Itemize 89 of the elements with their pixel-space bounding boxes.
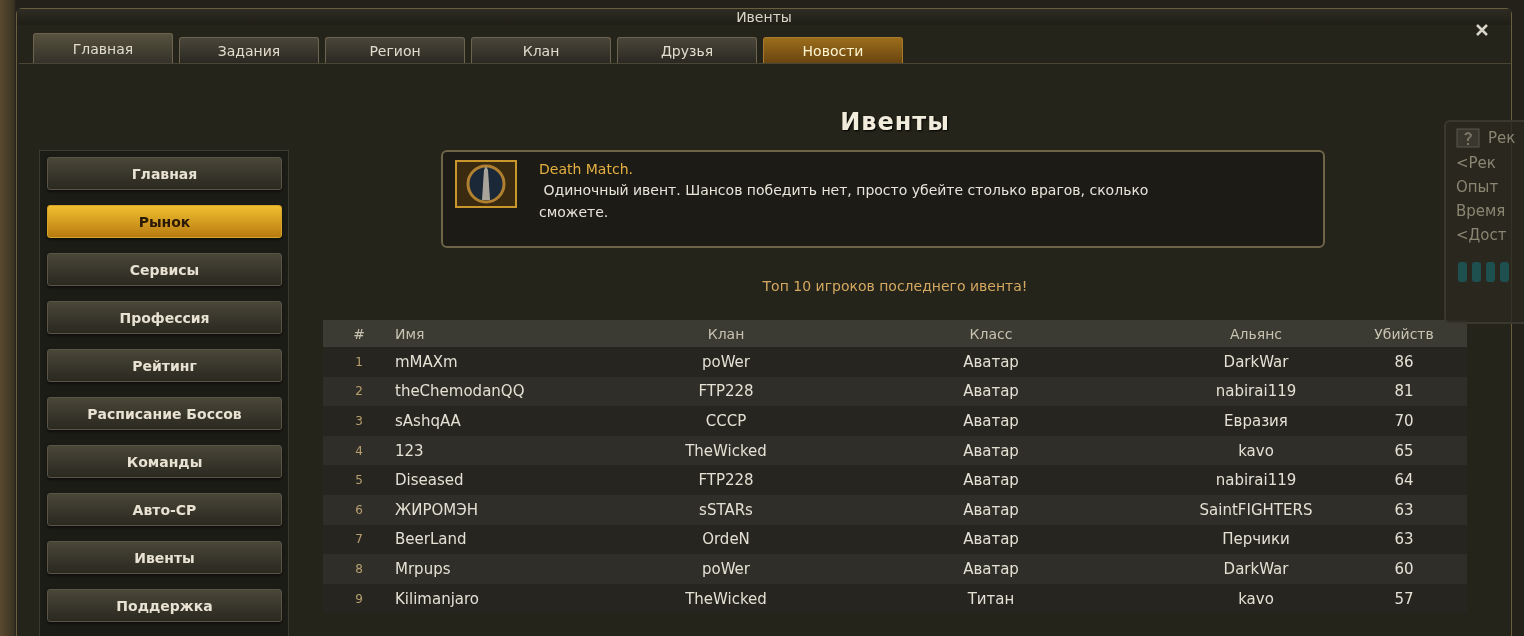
tab[interactable]: Друзья (617, 37, 757, 63)
table-cell-text: Аватар (962, 530, 1020, 549)
table-cell-text: sSTARs (698, 500, 754, 519)
panel-text: <Рек (1456, 154, 1497, 172)
sidebar-button[interactable]: Поддержка (47, 589, 282, 622)
close-icon[interactable] (1475, 23, 1489, 37)
column-header: Клан (706, 325, 746, 342)
column-header: Альянс (1228, 325, 1284, 342)
table-cell-text: FTP228 (697, 382, 755, 401)
sidebar-button[interactable]: Главная (47, 157, 282, 190)
page-title: Ивенты (840, 108, 950, 136)
table-cell-text: TheWicked (684, 441, 768, 460)
rank-cell-text: 1 (354, 354, 364, 369)
table-cell-text: ЖИРОМЭН (395, 500, 479, 519)
event-name: Death Match. (539, 161, 634, 177)
sidebar-button[interactable]: Команды (47, 445, 282, 478)
table-cell-text: Титан (966, 589, 1016, 608)
sidebar-button[interactable]: Расписание Боссов (47, 397, 282, 430)
event-description: Одиночный ивент. Шансов победить нет, просто убейте столько врагов, сколько сможете. (539, 181, 1150, 222)
panel-title: Рек (1488, 129, 1516, 147)
column-header: Имя (395, 325, 426, 342)
rank-cell-text: 9 (354, 591, 364, 606)
table-cell-text: poWer (700, 559, 751, 578)
panel-text: Опыт (1456, 178, 1500, 196)
table-cell-text: poWer (700, 352, 751, 371)
tab[interactable]: Клан (471, 37, 611, 63)
sidebar-button[interactable]: Ивенты (47, 541, 282, 574)
table-cell-text: Аватар (962, 352, 1020, 371)
table-cell-text: SaintFIGHTERS (1198, 500, 1314, 519)
table-cell-text: sAshqAA (395, 412, 462, 430)
table-cell-text: 123 (395, 441, 425, 460)
table-cell-text: Евразия (1223, 412, 1289, 430)
table-cell-text: mMAXm (395, 352, 459, 371)
panel-text: <Дост (1456, 226, 1508, 244)
column-header: # (352, 325, 366, 342)
table-cell-text: 64 (1393, 471, 1415, 490)
help-icon (1456, 128, 1480, 148)
table-cell-text: theChemodanQQ (395, 382, 526, 401)
rank-cell-text: 5 (354, 473, 364, 488)
tab[interactable]: Главная (33, 33, 173, 63)
column-header: Убийств (1373, 325, 1435, 342)
table-cell-text: Аватар (962, 500, 1020, 519)
rank-cell-text: 6 (354, 502, 364, 517)
table-cell-text: TheWicked (684, 589, 768, 608)
tab[interactable]: Регион (325, 37, 465, 63)
table-cell-text: Аватар (962, 471, 1020, 490)
table-cell-text: 60 (1393, 559, 1415, 578)
sidebar-button[interactable]: Сервисы (47, 253, 282, 286)
table-cell-text: 70 (1393, 412, 1415, 430)
table-cell-text: СССР (704, 412, 748, 430)
rank-cell-text: 8 (354, 561, 364, 576)
panel-text: Время (1456, 202, 1507, 220)
table-cell-text: nabirai119 (1214, 382, 1298, 401)
table-cell-text: Аватар (962, 382, 1020, 401)
table-cell-text: 57 (1393, 589, 1415, 608)
window-title: Ивенты (736, 9, 792, 25)
table-cell-text: BeerLand (395, 530, 468, 549)
table-cell-text: Mrpups (395, 559, 452, 578)
table-cell-text: DarkWar (1222, 352, 1290, 371)
table-cell-text: 81 (1393, 382, 1415, 401)
table-cell-text: FTP228 (697, 471, 755, 490)
table-cell-text: 65 (1393, 441, 1415, 460)
table-cell-text: 63 (1393, 500, 1415, 519)
tab[interactable]: Задания (179, 37, 319, 63)
table-cell-text: Аватар (962, 441, 1020, 460)
table-cell-text: DarkWar (1222, 559, 1290, 578)
table-cell-text: OrdeN (701, 530, 751, 549)
table-cell-text: kavo (1237, 441, 1275, 460)
sidebar-button[interactable]: Рейтинг (47, 349, 282, 382)
table-cell-text: nabirai119 (1214, 471, 1298, 490)
table-cell-text: 63 (1393, 530, 1415, 549)
rank-cell-text: 2 (354, 384, 364, 399)
table-caption: Топ 10 игроков последнего ивента! (762, 278, 1028, 294)
column-header: Класс (968, 325, 1014, 342)
sidebar-button[interactable]: Профессия (47, 301, 282, 334)
rank-cell-text: 7 (354, 532, 364, 547)
table-cell-text: 86 (1393, 352, 1415, 371)
rank-cell-text: 4 (354, 443, 364, 458)
table-cell-text: kavo (1237, 589, 1275, 608)
rank-cell-text: 3 (354, 414, 364, 428)
table-cell-text: Kilimanjaro (395, 589, 481, 608)
table-cell-text: Diseased (395, 471, 465, 490)
table-cell-text: Аватар (962, 559, 1020, 578)
event-icon (455, 160, 517, 208)
tab[interactable]: Новости (763, 37, 903, 63)
table-cell-text: Аватар (962, 412, 1020, 430)
sidebar-button[interactable]: Рынок (47, 205, 282, 238)
sidebar-button[interactable]: Авто-СР (47, 493, 282, 526)
table-cell-text: Перчики (1221, 530, 1291, 549)
